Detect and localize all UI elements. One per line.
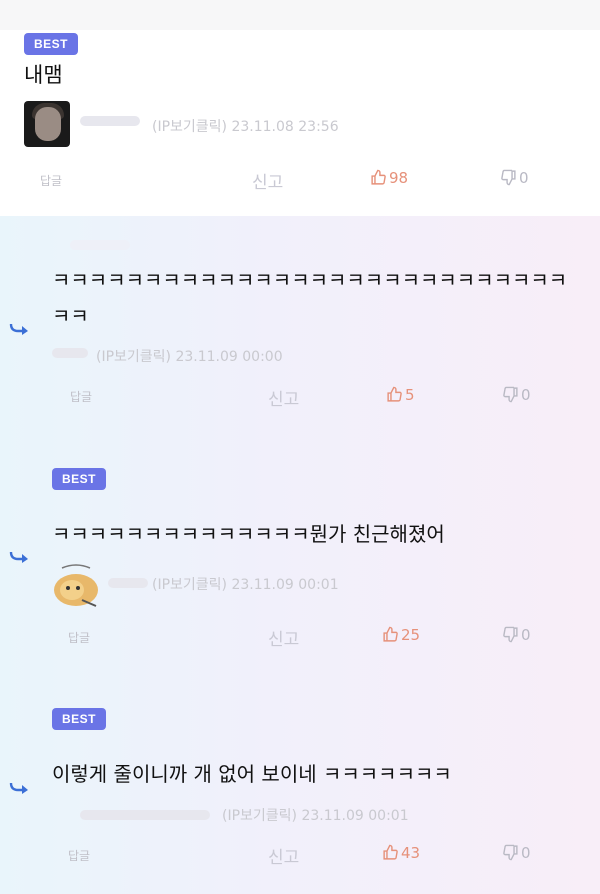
report-button[interactable]: 신고 [268,385,299,410]
nickname[interactable] [80,116,140,126]
thumbs-up-icon [383,844,398,860]
comment-text: ㅋㅋㅋㅋㅋㅋㅋㅋㅋㅋㅋㅋㅋㅋ뭔가 친근해졌어 [52,522,445,546]
like-button[interactable]: 5 [386,386,415,404]
like-count: 98 [389,169,409,187]
thumbs-down-icon [501,169,516,186]
dislike-button[interactable]: 0 [500,169,529,187]
nickname[interactable] [108,578,148,588]
nickname[interactable] [52,348,88,358]
replies-section [0,216,600,894]
avatar[interactable] [24,101,70,147]
thumbs-up-icon [371,169,386,185]
reply-button[interactable]: 답글 [68,629,90,646]
reply-button[interactable]: 답글 [40,172,62,189]
like-count: 25 [401,626,421,644]
comment-meta: (IP보기클릭) 23.11.09 00:00 [96,349,283,365]
dislike-button[interactable]: 0 [502,844,531,862]
like-button[interactable]: 43 [382,844,420,862]
like-count: 5 [405,386,415,404]
nickname[interactable] [70,240,130,250]
top-strip [0,0,600,30]
reply-arrow-icon [9,782,28,794]
nickname[interactable] [80,810,210,820]
report-button[interactable]: 신고 [252,168,283,193]
like-button[interactable]: 25 [382,626,420,644]
best-badge: BEST [52,708,107,730]
thumbs-up-icon [383,626,398,642]
dislike-count: 0 [521,844,531,862]
reply-button[interactable]: 답글 [68,847,90,864]
reply-arrow-icon [9,323,28,335]
like-button[interactable]: 98 [370,169,408,187]
comment-meta: (IP보기클릭) 23.11.09 00:01 [152,577,339,593]
dislike-count: 0 [519,169,529,187]
thumbs-down-icon [503,386,518,403]
dislike-button[interactable]: 0 [502,626,531,644]
thumbs-down-icon [503,626,518,643]
thumbs-down-icon [503,844,518,861]
report-button[interactable]: 신고 [268,625,299,650]
reply-arrow-icon [9,551,28,563]
reply-button[interactable]: 답글 [70,388,92,405]
dislike-button[interactable]: 0 [502,386,531,404]
report-button[interactable]: 신고 [268,843,299,868]
comment-text-line-2: ㅋㅋ [52,304,89,328]
comment-text-line-1: ㅋㅋㅋㅋㅋㅋㅋㅋㅋㅋㅋㅋㅋㅋㅋㅋㅋㅋㅋㅋㅋㅋㅋㅋㅋㅋㅋㅋ [52,268,568,292]
comment-meta: (IP보기클릭) 23.11.08 23:56 [152,119,339,135]
comment-meta: (IP보기클릭) 23.11.09 00:01 [222,808,409,824]
comment-text: 내맴 [24,63,63,87]
dislike-count: 0 [521,386,531,404]
like-count: 43 [401,844,421,862]
avatar[interactable] [52,560,102,610]
best-badge: BEST [24,33,79,55]
dislike-count: 0 [521,626,531,644]
best-badge: BEST [52,468,107,490]
comment-text: 이렇게 줄이니까 개 없어 보이네 ㅋㅋㅋㅋㅋㅋㅋ [52,762,452,786]
thumbs-up-icon [387,386,402,402]
